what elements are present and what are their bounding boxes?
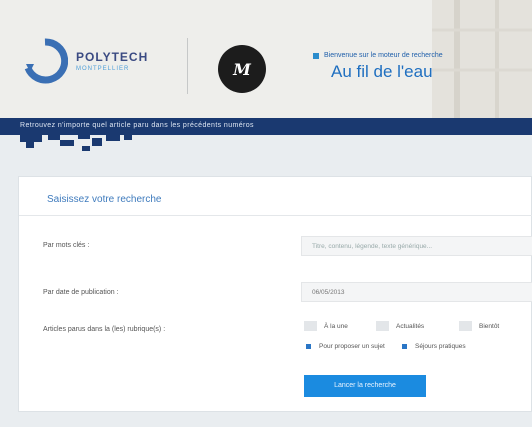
- pixel: [60, 140, 74, 146]
- site-header: POLYTECH MONTPELLIER M Bienvenue sur le …: [0, 0, 532, 118]
- pixel: [82, 146, 90, 151]
- checkbox[interactable]: [304, 321, 317, 331]
- keywords-label: Par mots clés :: [43, 242, 90, 249]
- checkbox-label: Actualités: [396, 322, 425, 330]
- date-label: Par date de publication :: [43, 289, 119, 296]
- date-input[interactable]: 06/05/2013: [301, 282, 532, 302]
- pixel: [124, 135, 132, 140]
- category-checkbox-a-la-une[interactable]: À la une: [304, 321, 348, 331]
- search-submit-button[interactable]: Lancer la recherche: [304, 375, 426, 397]
- checkbox-label: Séjours pratiques: [415, 343, 466, 350]
- keywords-input[interactable]: Titre, contenu, légende, texte générique…: [301, 236, 532, 256]
- square-bullet-icon: [313, 52, 319, 59]
- search-heading: Saisissez votre recherche: [47, 194, 162, 205]
- category-checkbox-sejours-pratiques[interactable]: Séjours pratiques: [402, 343, 466, 350]
- checkbox-label: Bientôt: [479, 322, 500, 330]
- checkbox-label: À la une: [324, 322, 348, 330]
- pixel: [106, 135, 120, 141]
- header-divider: [187, 38, 188, 94]
- partner-logo[interactable]: M: [218, 45, 266, 93]
- category-checkbox-actualites[interactable]: Actualités: [376, 321, 424, 331]
- panel-divider: [19, 215, 532, 216]
- pixel: [48, 135, 60, 140]
- category-checkbox-proposer-sujet[interactable]: Pour proposer un sujet: [306, 343, 385, 350]
- welcome-line: Bienvenue sur le moteur de recherche: [313, 52, 443, 59]
- logo-subtitle: MONTPELLIER: [76, 66, 130, 72]
- checkbox-checked[interactable]: [306, 344, 311, 349]
- pixel: [20, 135, 42, 142]
- checkbox[interactable]: [459, 321, 472, 331]
- polytech-logo-text[interactable]: POLYTECH MONTPELLIER: [76, 50, 148, 72]
- info-banner: Retrouvez n'importe quel article paru da…: [0, 118, 532, 135]
- site-title: Au fil de l'eau: [331, 62, 433, 81]
- partner-logo-letter: M: [233, 60, 251, 79]
- polytech-logo-icon[interactable]: [22, 38, 68, 84]
- pixel: [92, 138, 102, 146]
- checkbox-label: Pour proposer un sujet: [319, 343, 385, 350]
- logo-name: POLYTECH: [76, 50, 149, 64]
- category-checkbox-bientot[interactable]: Bientôt: [459, 321, 499, 331]
- categories-label: Articles parus dans la (les) rubrique(s)…: [43, 326, 166, 333]
- welcome-text: Bienvenue sur le moteur de recherche: [324, 52, 443, 59]
- checkbox[interactable]: [376, 321, 389, 331]
- header-tagline: Bienvenue sur le moteur de recherche Au …: [313, 52, 443, 82]
- pixel-pattern-decoration: [0, 135, 532, 157]
- pixel: [26, 142, 34, 148]
- search-panel: Saisissez votre recherche Par mots clés …: [18, 176, 532, 412]
- checkbox-checked[interactable]: [402, 344, 407, 349]
- pixel: [78, 135, 90, 139]
